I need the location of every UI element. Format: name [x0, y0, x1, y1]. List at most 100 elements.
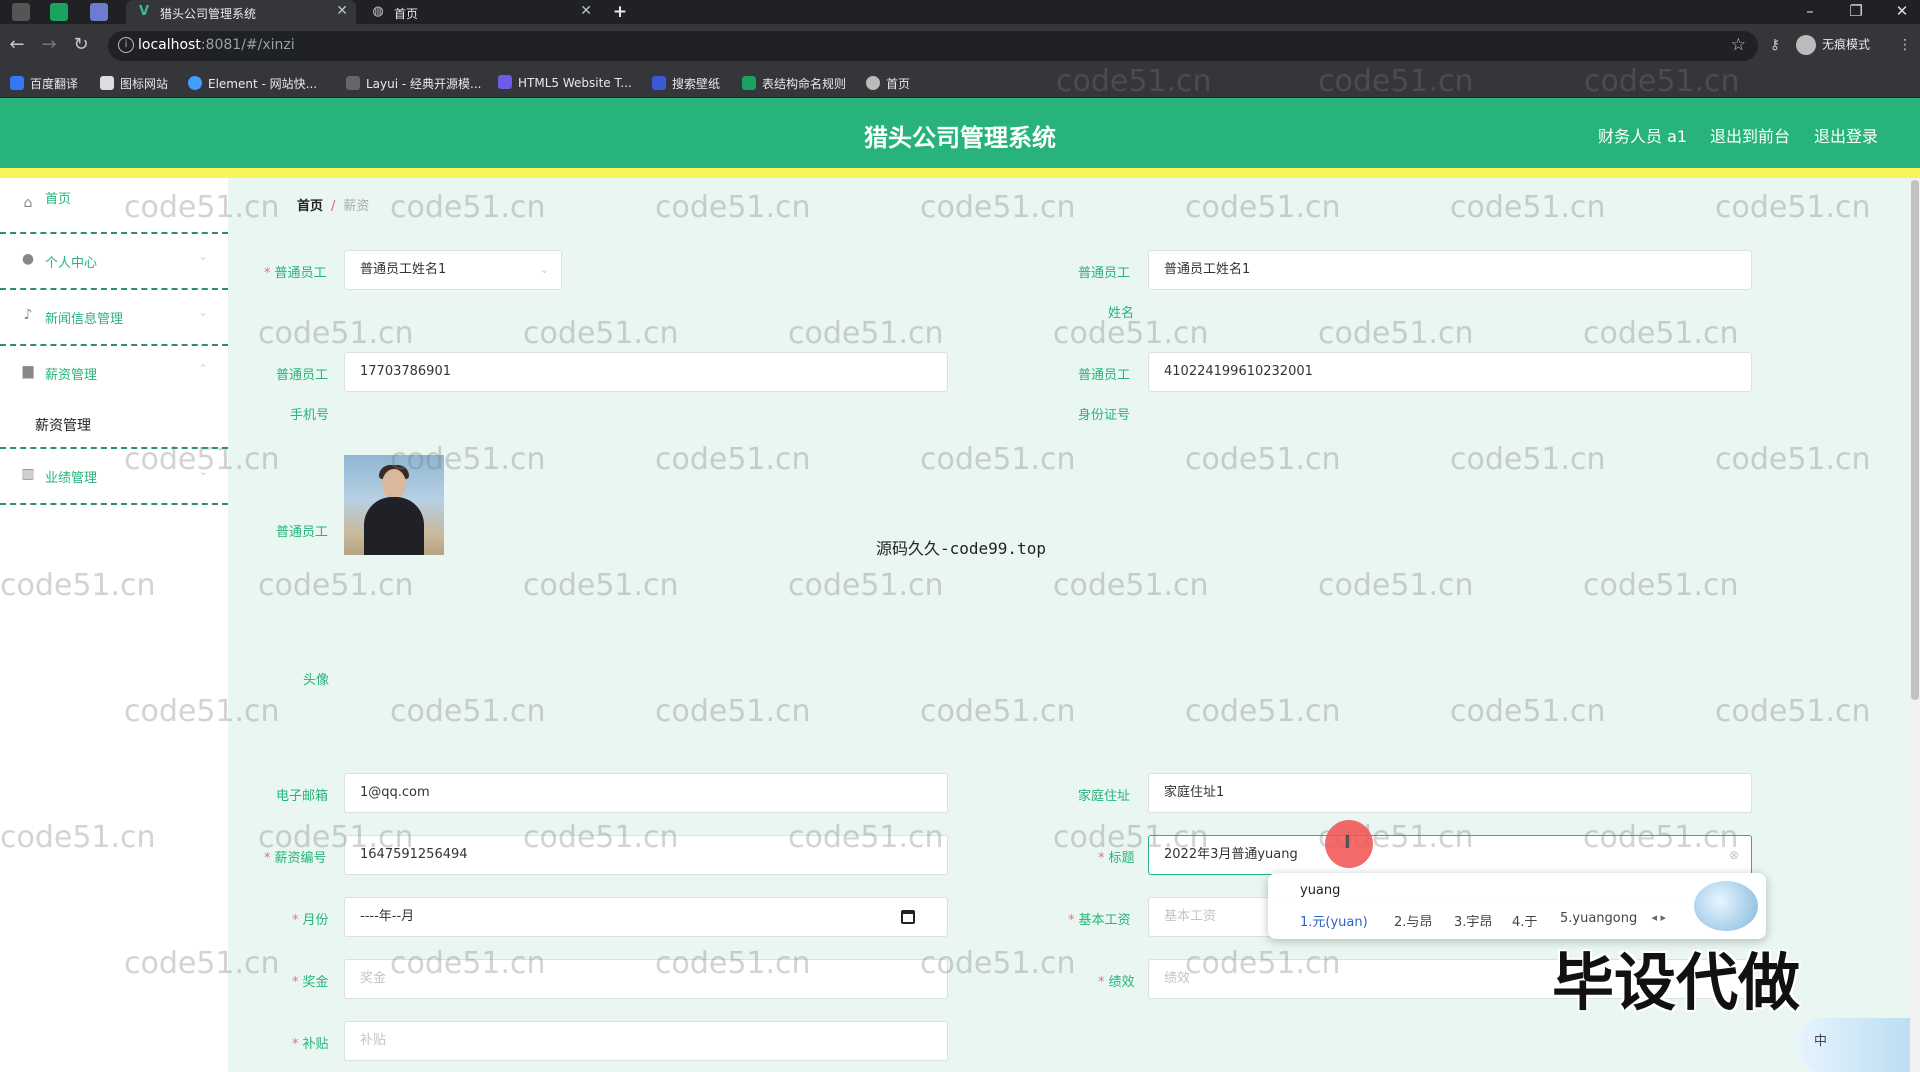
promo-overlay-text: 毕设代做: [1552, 946, 1801, 1019]
bonus-field[interactable]: 奖金: [344, 959, 948, 999]
tab-label: 首页: [394, 7, 419, 21]
salary-no-field[interactable]: 1647591256494: [344, 835, 948, 875]
app-header: 猎头公司管理系统 财务人员 a1 退出到前台 退出登录: [0, 98, 1920, 168]
address-bar: ← → ↻ i localhost:8081/#/xinzi ☆ ⚷ 无痕模式 …: [0, 24, 1920, 68]
globe-icon: ◍: [372, 4, 384, 19]
ime-candidate[interactable]: 4.于: [1512, 911, 1537, 930]
submenu-salary-manage[interactable]: 薪资管理: [0, 401, 228, 449]
close-window-icon[interactable]: ✕: [1892, 2, 1912, 20]
title-field[interactable]: 2022年3月普通yuang ⊗: [1148, 835, 1752, 875]
phone-field[interactable]: 17703786901: [344, 352, 948, 392]
scrollbar-thumb[interactable]: [1911, 180, 1919, 700]
ime-mode-indicator: 中: [1814, 1034, 1828, 1049]
current-user: 财务人员 a1: [1598, 127, 1688, 146]
idcard-field[interactable]: 410224199610232001: [1148, 352, 1752, 392]
sidebar: ⌂ 首页 ● 个人中心 ⌄ ♪ 新闻信息管理 ⌄ ▆ 薪资管理 ⌃ 薪资管理 ▥…: [0, 178, 228, 1072]
address-field[interactable]: 家庭住址1: [1148, 773, 1752, 813]
clear-icon[interactable]: ⊗: [1729, 836, 1739, 874]
browser-favicon-2[interactable]: [50, 3, 68, 21]
sidebar-item-profile[interactable]: ● 个人中心 ⌄: [0, 234, 228, 290]
employee-name-field[interactable]: 普通员工姓名1: [1148, 250, 1752, 290]
calendar-icon[interactable]: [901, 910, 915, 924]
tab-label: 猎头公司管理系统: [160, 7, 257, 21]
base-salary-label: * 基本工资: [1068, 909, 1131, 928]
submenu-label: 薪资管理: [35, 418, 91, 434]
sidebar-item-label: 个人中心: [45, 256, 98, 271]
bookmark-item[interactable]: 百度翻译: [10, 75, 78, 92]
bookmark-item[interactable]: 表结构命名规则: [742, 75, 846, 92]
avatar-image[interactable]: [344, 455, 444, 555]
email-field[interactable]: 1@qq.com: [344, 773, 948, 813]
bookmark-label: 百度翻译: [30, 77, 79, 91]
breadcrumb-home[interactable]: 首页: [297, 199, 323, 214]
sidebar-item-news[interactable]: ♪ 新闻信息管理 ⌄: [0, 290, 228, 346]
sidebar-item-salary[interactable]: ▆ 薪资管理 ⌃: [0, 346, 228, 402]
logout-link[interactable]: 退出登录: [1814, 123, 1878, 147]
close-icon[interactable]: ✕: [580, 3, 592, 19]
key-icon[interactable]: ⚷: [1764, 34, 1786, 56]
chevron-down-icon: ⌄: [198, 250, 208, 263]
url-input[interactable]: i localhost:8081/#/xinzi ☆: [108, 31, 1758, 61]
avatar-label: 普通员工: [276, 525, 329, 540]
browser-favicon-1[interactable]: [12, 3, 30, 21]
ime-candidate[interactable]: 2.与昂: [1394, 911, 1432, 930]
sidebar-item-performance[interactable]: ▥ 业绩管理 ⌄: [0, 449, 228, 505]
star-icon[interactable]: ☆: [1731, 35, 1746, 55]
bookmark-label: 搜索壁纸: [672, 77, 721, 91]
bookmark-item[interactable]: 图标网站: [100, 75, 168, 92]
page-scrollbar[interactable]: [1910, 178, 1920, 1072]
bookmark-item[interactable]: 搜索壁纸: [652, 75, 720, 92]
breadcrumb-current: 薪资: [343, 199, 370, 214]
wallpaper-icon: [652, 76, 666, 90]
sidebar-item-home[interactable]: ⌂ 首页: [0, 178, 228, 234]
idcard-value: 410224199610232001: [1164, 364, 1313, 379]
tab-hunter-system[interactable]: V 猎头公司管理系统 ✕: [126, 0, 356, 24]
performance-label-text: 绩效: [1108, 975, 1135, 990]
incognito-avatar-icon: [1796, 35, 1816, 55]
info-icon[interactable]: i: [118, 37, 134, 53]
briefcase-icon: ▆: [22, 363, 34, 379]
month-picker[interactable]: ----年--月: [344, 897, 948, 937]
breadcrumb-separator: /: [331, 199, 336, 214]
subsidy-field[interactable]: 补贴: [344, 1021, 948, 1061]
forward-icon[interactable]: →: [38, 34, 60, 56]
minimize-icon[interactable]: –: [1800, 2, 1820, 20]
vue-icon: V: [138, 4, 150, 19]
ime-candidate[interactable]: 1.元(yuan): [1300, 911, 1368, 930]
employee-name-value: 普通员工姓名1: [1164, 262, 1251, 277]
reload-icon[interactable]: ↻: [70, 34, 92, 56]
restore-icon[interactable]: ❐: [1846, 2, 1866, 20]
browser-favicon-3[interactable]: [90, 3, 108, 21]
tab-home[interactable]: ◍ 首页 ✕: [360, 0, 600, 24]
subsidy-placeholder: 补贴: [360, 1033, 387, 1048]
address-label: 家庭住址: [1078, 789, 1131, 804]
ime-candidate[interactable]: 3.宇昂: [1454, 911, 1492, 930]
menu-dots-icon[interactable]: ⋮: [1894, 34, 1916, 56]
bookmark-item[interactable]: Element - 网站快...: [188, 75, 317, 92]
required-mark: *: [292, 913, 299, 928]
accent-bar: [0, 168, 1920, 178]
plus-icon: +: [612, 2, 628, 22]
back-to-front-link[interactable]: 退出到前台: [1710, 123, 1790, 147]
incognito-indicator[interactable]: 无痕模式: [1796, 35, 1870, 55]
ime-page-nav[interactable]: ◂ ▸: [1651, 911, 1666, 924]
subsidy-label-text: 补贴: [302, 1037, 329, 1052]
performance-label: * 绩效: [1098, 971, 1135, 990]
back-icon[interactable]: ←: [6, 34, 28, 56]
bookmark-label: HTML5 Website T...: [518, 76, 632, 90]
phone-label: 普通员工: [276, 368, 329, 383]
name-label: 普通员工: [1078, 266, 1131, 281]
close-icon[interactable]: ✕: [336, 3, 348, 19]
ime-candidate-popup[interactable]: yuang 1.元(yuan) 2.与昂 3.宇昂 4.于 5.yuangong…: [1268, 873, 1766, 939]
sidebar-item-label: 业绩管理: [45, 471, 98, 486]
bookmark-item[interactable]: HTML5 Website T...: [498, 75, 632, 90]
bookmark-item[interactable]: 首页: [866, 75, 910, 92]
new-tab-button[interactable]: +: [610, 0, 634, 24]
employee-select[interactable]: 普通员工姓名1 ⌄: [344, 250, 562, 290]
home-icon: ⌂: [23, 195, 33, 211]
title-label-text: 标题: [1108, 851, 1135, 866]
required-mark: *: [292, 975, 299, 990]
ime-candidate[interactable]: 5.yuangong: [1560, 911, 1637, 926]
ime-status-tray[interactable]: 中: [1796, 1018, 1920, 1072]
bookmark-item[interactable]: Layui - 经典开源模...: [346, 75, 481, 92]
